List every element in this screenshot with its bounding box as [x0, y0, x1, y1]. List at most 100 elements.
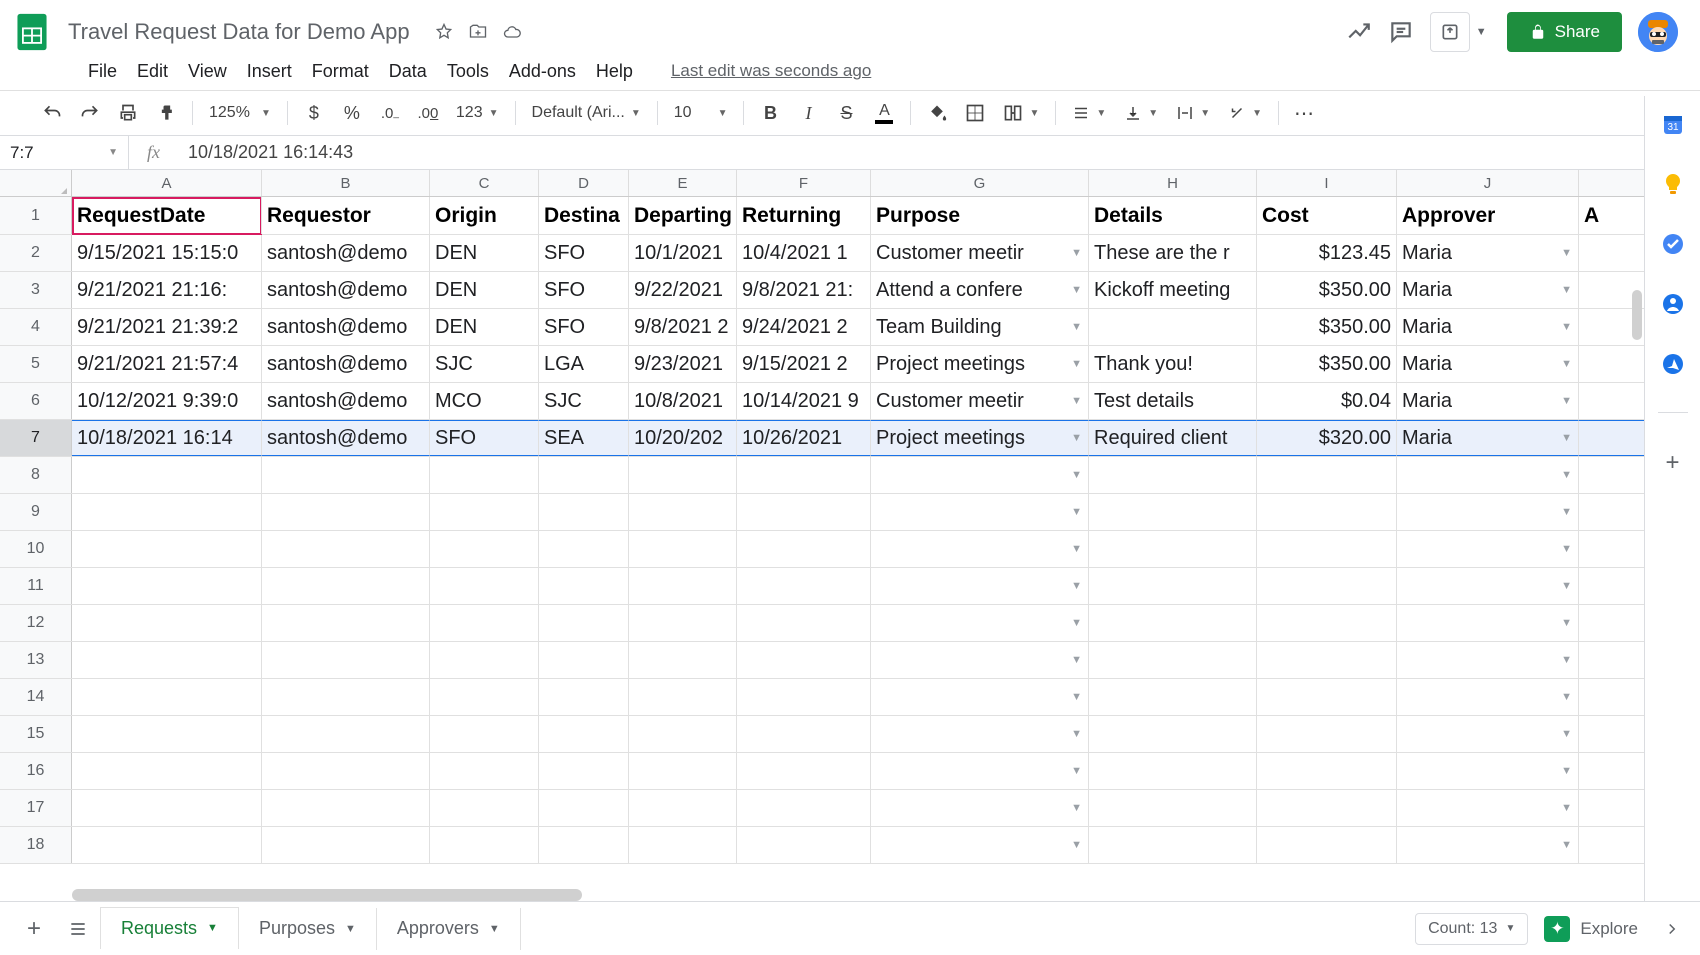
- dropdown-icon[interactable]: ▼: [1561, 654, 1572, 666]
- cell[interactable]: 10/18/2021 16:14: [72, 420, 262, 456]
- strikethrough-button[interactable]: S: [830, 97, 862, 129]
- col-A[interactable]: A: [72, 170, 262, 196]
- cell[interactable]: santosh@demo: [262, 235, 430, 271]
- cell[interactable]: santosh@demo: [262, 272, 430, 308]
- cell[interactable]: [262, 679, 430, 715]
- activity-icon[interactable]: [1346, 19, 1372, 45]
- cell[interactable]: [1257, 531, 1397, 567]
- row-header[interactable]: 6: [0, 383, 72, 419]
- cell[interactable]: $123.45: [1257, 235, 1397, 271]
- cell[interactable]: [72, 827, 262, 863]
- cell[interactable]: ▼: [1397, 642, 1579, 678]
- cell[interactable]: ▼: [1397, 790, 1579, 826]
- cell[interactable]: $350.00: [1257, 272, 1397, 308]
- cell[interactable]: ▼: [1397, 827, 1579, 863]
- cell[interactable]: SFO: [539, 272, 629, 308]
- decrease-decimal-button[interactable]: .0_: [374, 97, 406, 129]
- borders-button[interactable]: [959, 97, 991, 129]
- col-J[interactable]: J: [1397, 170, 1579, 196]
- contacts-icon[interactable]: [1661, 292, 1685, 316]
- cell[interactable]: ▼: [1397, 716, 1579, 752]
- cell[interactable]: Maria▼: [1397, 383, 1579, 419]
- cloud-icon[interactable]: [502, 22, 522, 42]
- keep-icon[interactable]: [1661, 172, 1685, 196]
- col-C[interactable]: C: [430, 170, 539, 196]
- cell[interactable]: [1089, 457, 1257, 493]
- menu-data[interactable]: Data: [379, 57, 437, 86]
- select-all-corner[interactable]: [0, 170, 72, 196]
- cell[interactable]: Required client: [1089, 420, 1257, 456]
- cell[interactable]: 10/4/2021 1: [737, 235, 871, 271]
- cell[interactable]: [430, 790, 539, 826]
- cell[interactable]: $320.00: [1257, 420, 1397, 456]
- cell[interactable]: $350.00: [1257, 309, 1397, 345]
- cell[interactable]: [262, 642, 430, 678]
- undo-button[interactable]: [36, 97, 68, 129]
- cell[interactable]: [1257, 827, 1397, 863]
- cell[interactable]: ▼: [1397, 457, 1579, 493]
- row-header[interactable]: 14: [0, 679, 72, 715]
- cell[interactable]: [262, 531, 430, 567]
- cell[interactable]: [430, 753, 539, 789]
- menu-insert[interactable]: Insert: [237, 57, 302, 86]
- document-title[interactable]: Travel Request Data for Demo App: [60, 17, 418, 47]
- cell[interactable]: [430, 457, 539, 493]
- row-header[interactable]: 3: [0, 272, 72, 308]
- cell[interactable]: LGA: [539, 346, 629, 382]
- move-icon[interactable]: [468, 22, 488, 42]
- cell[interactable]: [1257, 790, 1397, 826]
- col-B[interactable]: B: [262, 170, 430, 196]
- cell[interactable]: ▼: [871, 531, 1089, 567]
- dropdown-icon[interactable]: ▼: [1561, 691, 1572, 703]
- cell[interactable]: [629, 457, 737, 493]
- cell[interactable]: [262, 605, 430, 641]
- header-departing[interactable]: Departing: [629, 197, 737, 234]
- cell[interactable]: ▼: [871, 790, 1089, 826]
- cell[interactable]: [1089, 531, 1257, 567]
- cell[interactable]: [262, 494, 430, 530]
- col-F[interactable]: F: [737, 170, 871, 196]
- dropdown-icon[interactable]: ▼: [1561, 358, 1572, 370]
- cell[interactable]: ▼: [1397, 568, 1579, 604]
- cell[interactable]: [430, 716, 539, 752]
- vertical-scrollbar[interactable]: [1632, 290, 1642, 340]
- cell[interactable]: [72, 457, 262, 493]
- cell[interactable]: [539, 790, 629, 826]
- cell[interactable]: 9/22/2021: [629, 272, 737, 308]
- row-header[interactable]: 12: [0, 605, 72, 641]
- cell[interactable]: [72, 642, 262, 678]
- dropdown-icon[interactable]: ▼: [1071, 617, 1082, 629]
- cell[interactable]: ▼: [871, 605, 1089, 641]
- cell[interactable]: 10/12/2021 9:39:0: [72, 383, 262, 419]
- print-button[interactable]: [112, 97, 144, 129]
- wrap-dropdown[interactable]: ▼: [1170, 100, 1216, 126]
- header-origin[interactable]: Origin: [430, 197, 539, 234]
- dropdown-icon[interactable]: ▼: [1071, 654, 1082, 666]
- explore-button[interactable]: ✦ Explore: [1544, 916, 1638, 942]
- header-requestdate[interactable]: RequestDate: [72, 197, 262, 234]
- cell[interactable]: SFO: [539, 235, 629, 271]
- col-H[interactable]: H: [1089, 170, 1257, 196]
- maps-icon[interactable]: [1661, 352, 1685, 376]
- cell[interactable]: [72, 568, 262, 604]
- dropdown-icon[interactable]: ▼: [1561, 432, 1572, 444]
- cell[interactable]: ▼: [871, 642, 1089, 678]
- row-header[interactable]: 1: [0, 197, 72, 234]
- cell[interactable]: [72, 790, 262, 826]
- cell[interactable]: 9/15/2021 15:15:0: [72, 235, 262, 271]
- dropdown-icon[interactable]: ▼: [1561, 284, 1572, 296]
- dropdown-icon[interactable]: ▼: [1071, 580, 1082, 592]
- cell[interactable]: ▼: [1397, 605, 1579, 641]
- cell[interactable]: 9/24/2021 2: [737, 309, 871, 345]
- font-dropdown[interactable]: Default (Ari...▼: [526, 100, 647, 126]
- cell[interactable]: Customer meetir▼: [871, 235, 1089, 271]
- currency-button[interactable]: $: [298, 97, 330, 129]
- cell[interactable]: [629, 531, 737, 567]
- cell[interactable]: [539, 457, 629, 493]
- cell[interactable]: [1089, 309, 1257, 345]
- cell[interactable]: [430, 494, 539, 530]
- cell[interactable]: Project meetings▼: [871, 420, 1089, 456]
- cell[interactable]: ▼: [871, 679, 1089, 715]
- percent-button[interactable]: %: [336, 97, 368, 129]
- header-requestor[interactable]: Requestor: [262, 197, 430, 234]
